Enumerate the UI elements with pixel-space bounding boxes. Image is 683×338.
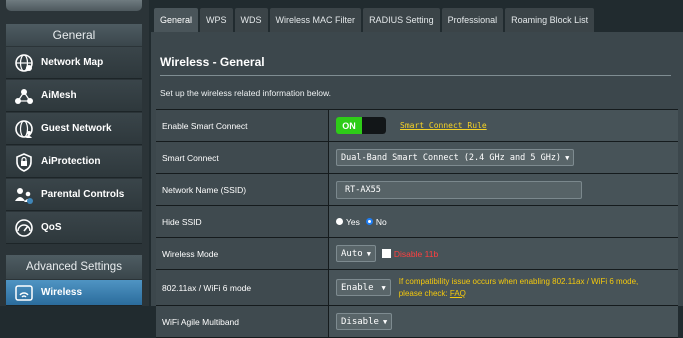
row-hide-ssid: Hide SSID Yes No xyxy=(156,206,678,238)
sidebar-header-advanced: Advanced Settings xyxy=(6,255,142,279)
row-label: WiFi Agile Multiband xyxy=(156,306,329,337)
chevron-down-icon: ▼ xyxy=(381,283,386,292)
chevron-down-icon: ▼ xyxy=(366,249,371,258)
warning-line-2: please check: FAQ xyxy=(399,288,639,300)
sidebar-top-cap xyxy=(6,0,142,11)
row-ax-mode: 802.11ax / WiFi 6 mode Enable ▼ If compa… xyxy=(156,270,678,306)
guest-network-icon xyxy=(13,118,35,140)
radio-label: Yes xyxy=(346,216,360,227)
radio-selected-icon xyxy=(365,218,373,225)
tab-wds[interactable]: WDS xyxy=(234,8,268,32)
row-ssid: Network Name (SSID) RT-AX55 xyxy=(156,174,678,206)
compatibility-warning: If compatibility issue occurs when enabl… xyxy=(399,276,639,300)
tab-roaming-block-list[interactable]: Roaming Block List xyxy=(505,8,595,32)
select-value: Dual-Band Smart Connect (2.4 GHz and 5 G… xyxy=(341,152,562,163)
hide-ssid-no-radio[interactable]: No xyxy=(365,216,387,227)
sidebar-item-aiprotection[interactable]: AiProtection xyxy=(6,146,142,178)
sidebar-item-label: QoS xyxy=(41,222,62,233)
parental-controls-icon xyxy=(13,184,35,206)
sidebar: General Network Map AiMesh Guest Network… xyxy=(0,0,149,306)
chevron-down-icon: ▼ xyxy=(382,317,388,326)
row-smart-connect: Smart Connect Dual-Band Smart Connect (2… xyxy=(156,142,678,174)
warning-text: please check: xyxy=(398,288,450,298)
page-title: Wireless - General xyxy=(160,55,265,69)
row-label: Smart Connect xyxy=(156,142,329,173)
settings-table: Enable Smart Connect ON Smart Connect Ru… xyxy=(156,109,678,338)
page-description: Set up the wireless related information … xyxy=(160,88,332,98)
row-label: Hide SSID xyxy=(156,206,329,237)
disable-11b-label: Disable 11b xyxy=(393,248,439,259)
title-divider xyxy=(160,75,671,76)
ssid-input[interactable]: RT-AX55 xyxy=(336,180,582,199)
tab-radius-setting[interactable]: RADIUS Setting xyxy=(363,8,440,32)
row-enable-smart-connect: Enable Smart Connect ON Smart Connect Ru… xyxy=(156,110,678,142)
row-label: Wireless Mode xyxy=(156,238,329,269)
radio-circle-icon xyxy=(336,218,343,225)
tab-wps[interactable]: WPS xyxy=(200,8,233,32)
sidebar-item-label: Parental Controls xyxy=(41,189,125,200)
select-value: Enable xyxy=(341,282,374,293)
radio-label: No xyxy=(375,216,387,227)
sidebar-item-wireless[interactable]: Wireless xyxy=(6,280,142,306)
sidebar-item-aimesh[interactable]: AiMesh xyxy=(6,80,142,112)
faq-link[interactable]: FAQ xyxy=(450,289,466,298)
network-map-icon xyxy=(13,52,35,74)
wireless-mode-select[interactable]: Auto ▼ xyxy=(336,245,376,262)
smart-connect-toggle[interactable]: ON xyxy=(336,117,386,134)
shield-icon xyxy=(13,151,35,173)
select-value: Disable xyxy=(341,316,379,327)
row-label: 802.11ax / WiFi 6 mode xyxy=(156,270,329,305)
hide-ssid-yes-radio[interactable]: Yes xyxy=(336,217,360,227)
smart-connect-select[interactable]: Dual-Band Smart Connect (2.4 GHz and 5 G… xyxy=(336,149,575,166)
row-label: Enable Smart Connect xyxy=(156,110,329,141)
tab-bar: General WPS WDS Wireless MAC Filter RADI… xyxy=(154,8,596,32)
sidebar-item-label: Guest Network xyxy=(41,123,112,134)
sidebar-item-label: Wireless xyxy=(41,287,83,298)
ax-mode-select[interactable]: Enable ▼ xyxy=(336,279,391,296)
qos-gauge-icon xyxy=(13,217,35,239)
wifi-icon xyxy=(13,282,35,304)
toggle-knob xyxy=(362,117,386,134)
tab-general[interactable]: General xyxy=(154,8,199,32)
row-agile-multiband: WiFi Agile Multiband Disable ▼ xyxy=(156,306,678,338)
sidebar-item-parental-controls[interactable]: Parental Controls xyxy=(6,179,142,211)
main-panel: Wireless - General Set up the wireless r… xyxy=(151,32,683,338)
tab-wireless-mac-filter[interactable]: Wireless MAC Filter xyxy=(269,8,362,32)
row-label: Network Name (SSID) xyxy=(156,174,329,205)
sidebar-header-general: General xyxy=(6,24,142,46)
smart-connect-rule-link[interactable]: Smart Connect Rule xyxy=(400,121,487,130)
tab-professional[interactable]: Professional xyxy=(441,8,504,32)
sidebar-item-qos[interactable]: QoS xyxy=(6,212,142,244)
sidebar-item-network-map[interactable]: Network Map xyxy=(6,47,142,79)
sidebar-item-label: Network Map xyxy=(41,57,104,68)
sidebar-item-label: AiProtection xyxy=(41,156,101,167)
select-value: Auto xyxy=(341,248,363,259)
aimesh-icon xyxy=(13,85,35,107)
disable-11b-checkbox[interactable] xyxy=(381,249,391,258)
warning-line-1: If compatibility issue occurs when enabl… xyxy=(398,276,639,286)
toggle-on-label: ON xyxy=(336,117,362,134)
sidebar-item-label: AiMesh xyxy=(41,90,77,101)
row-wireless-mode: Wireless Mode Auto ▼ Disable 11b xyxy=(156,238,678,270)
chevron-down-icon: ▼ xyxy=(565,153,570,162)
sidebar-item-guest-network[interactable]: Guest Network xyxy=(6,113,142,145)
agile-multiband-select[interactable]: Disable ▼ xyxy=(336,313,393,330)
